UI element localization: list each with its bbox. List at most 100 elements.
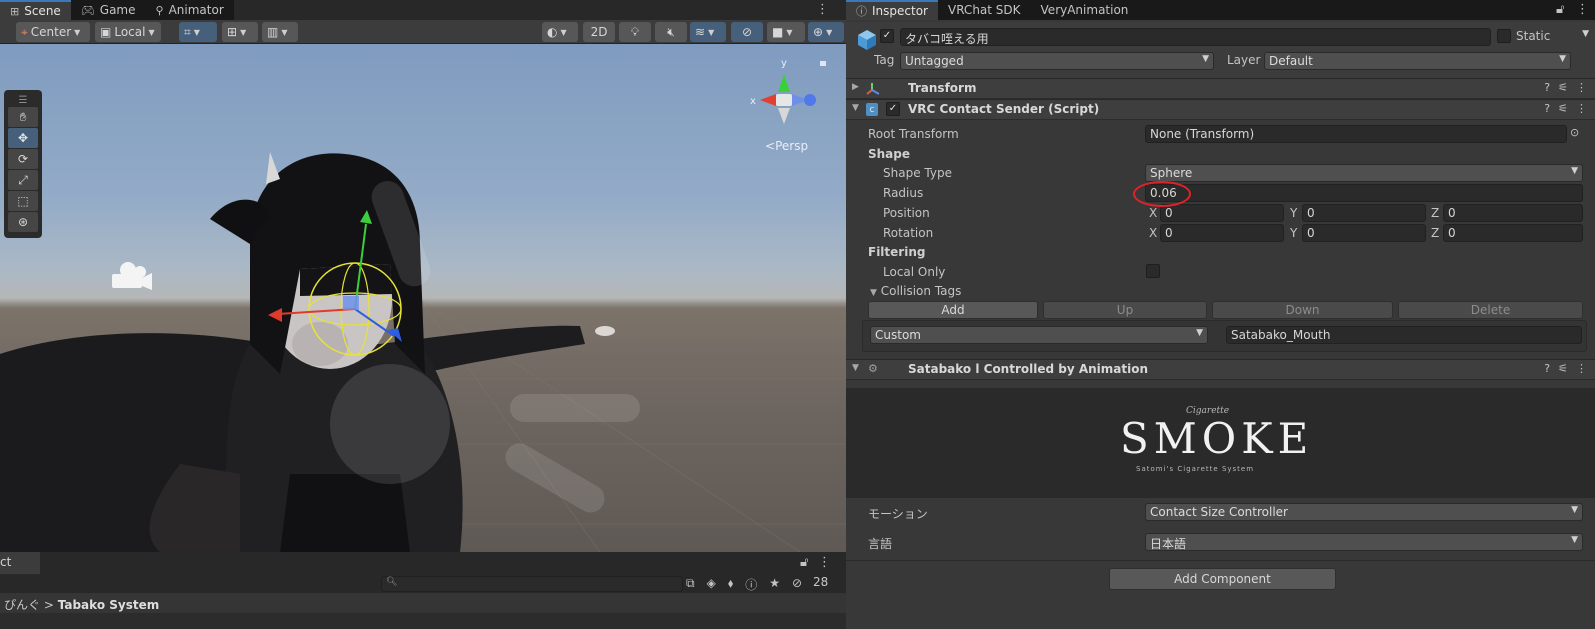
ruler-toggle[interactable]: ▥ ▼ xyxy=(262,22,298,42)
position-z-input[interactable]: 0 xyxy=(1443,204,1583,222)
root-transform-field[interactable]: None (Transform) xyxy=(1145,125,1567,143)
orientation-gizmo[interactable]: y x xyxy=(750,58,826,124)
rotation-y-input[interactable]: 0 xyxy=(1302,224,1426,242)
hidden-packages-icon[interactable]: ⊘ xyxy=(792,576,802,593)
inspector-lock-icon[interactable]: 🔓︎ xyxy=(1556,2,1564,17)
shape-type-dropdown[interactable]: Sphere ▼ xyxy=(1145,164,1583,182)
move-tool[interactable]: ✥ xyxy=(8,128,38,148)
layer-dropdown[interactable]: Default ▼ xyxy=(1264,52,1571,70)
tab-vrchat-sdk-label: VRChat SDK xyxy=(947,3,1021,17)
pivot-mode-dropdown[interactable]: ⌖ Center ▼ xyxy=(16,22,90,42)
static-checkbox[interactable] xyxy=(1497,29,1511,43)
satabako-header[interactable]: ▼ ⚙ Satabako l Controlled by Animation ?… xyxy=(846,359,1595,380)
position-y-input[interactable]: 0 xyxy=(1302,204,1426,222)
collision-tags-foldout[interactable]: ▼ Collision Tags xyxy=(870,284,961,298)
breadcrumb-prev[interactable]: ぴんぐ xyxy=(4,598,40,612)
gameobject-name-input[interactable]: タバコ咥える用 xyxy=(900,28,1491,46)
logo-smoke-text: SMOKE xyxy=(1120,414,1314,463)
rotation-x-input[interactable]: 0 xyxy=(1160,224,1284,242)
camera-dropdown[interactable]: ■ ▼ xyxy=(767,22,805,42)
position-x-input[interactable]: 0 xyxy=(1160,204,1284,222)
help-icon[interactable]: ? xyxy=(1544,362,1550,375)
help-icon[interactable]: ? xyxy=(1544,102,1550,115)
filter-type-icon[interactable]: ◈ xyxy=(707,576,716,593)
effects-dropdown[interactable]: ≋ ▼ xyxy=(690,22,726,42)
filtering-header: Filtering xyxy=(868,245,926,259)
scene-viewport[interactable]: y x <Persp ☰ ✋︎ ✥ ⟳ ⤢ ⬚ ⊛ xyxy=(0,44,846,552)
hidden-objects-toggle[interactable]: ⊘ xyxy=(731,22,763,42)
language-value: 日本語 xyxy=(1150,537,1187,551)
gizmo-lock-icon[interactable] xyxy=(820,61,826,66)
presets-sliders-icon[interactable]: ⚟ xyxy=(1558,81,1568,94)
favorite-star-icon[interactable]: ★ xyxy=(769,576,780,593)
scene-menu-icon[interactable]: ⋮ xyxy=(816,2,829,17)
breadcrumb: ぴんぐ > Tabako System xyxy=(0,593,846,613)
create-icon[interactable]: ⧉ xyxy=(686,576,695,593)
gizmo-globe-icon: ⊕ xyxy=(813,25,824,39)
active-checkbox[interactable]: ✓ xyxy=(880,29,894,43)
object-picker-icon[interactable]: ⊙ xyxy=(1570,126,1579,139)
rotate-tool[interactable]: ⟳ xyxy=(8,149,38,169)
transform-axes-icon xyxy=(866,83,880,95)
mode-2d-toggle[interactable]: 2D xyxy=(583,22,615,42)
warning-icon[interactable]: ⓘ xyxy=(745,576,757,593)
rect-tool[interactable]: ⬚ xyxy=(8,191,38,211)
chevron-down-icon: ▼ xyxy=(281,27,288,37)
label-tag-icon[interactable]: ⬧ xyxy=(728,576,733,593)
rotation-z-input[interactable]: 0 xyxy=(1443,224,1583,242)
tab-game[interactable]: 🎮︎ Game xyxy=(71,0,146,20)
radius-label: Radius xyxy=(883,186,924,200)
local-only-checkbox[interactable] xyxy=(1146,264,1160,278)
scene-camera-icon[interactable] xyxy=(112,262,152,290)
rotation-y-label: Y xyxy=(1290,226,1298,240)
tag-add-button[interactable]: Add xyxy=(868,301,1038,319)
pivot-rotation-dropdown[interactable]: ▣ Local ▼ xyxy=(95,22,161,42)
chevron-down-icon: ▼ xyxy=(1571,535,1578,545)
tab-veryanimation[interactable]: VeryAnimation xyxy=(1031,0,1139,20)
kebab-menu-icon[interactable]: ⋮ xyxy=(1576,362,1587,375)
transform-tool[interactable]: ⊛ xyxy=(8,212,38,232)
tag-dropdown[interactable]: Untagged ▼ xyxy=(900,52,1214,70)
presets-sliders-icon[interactable]: ⚟ xyxy=(1558,362,1568,375)
project-search-input[interactable]: 🔍︎ xyxy=(381,576,683,592)
kebab-menu-icon[interactable]: ⋮ xyxy=(1576,102,1587,115)
add-component-button[interactable]: Add Component xyxy=(1109,568,1336,590)
tab-game-label: Game xyxy=(99,3,136,17)
grip-icon[interactable]: ☰ xyxy=(8,93,38,107)
transform-header[interactable]: ▶ Transform ? ⚟ ⋮ xyxy=(846,78,1595,99)
gizmos-dropdown[interactable]: ⊕ ▼ xyxy=(808,22,844,42)
audio-toggle[interactable]: 🔇︎ xyxy=(655,22,687,42)
kebab-menu-icon[interactable]: ⋮ xyxy=(1576,81,1587,94)
transform-title: Transform xyxy=(908,81,977,95)
tag-value-input[interactable]: Satabako_Mouth xyxy=(1226,326,1582,344)
tab-vrchat-sdk[interactable]: VRChat SDK xyxy=(938,0,1031,20)
tab-inspector[interactable]: ⓘ Inspector xyxy=(846,0,938,20)
increment-snap-toggle[interactable]: ⊞ ▼ xyxy=(222,22,258,42)
scale-tool[interactable]: ⤢ xyxy=(8,170,38,190)
project-menu-icon[interactable]: ⋮ xyxy=(818,555,831,570)
language-dropdown[interactable]: 日本語 ▼ xyxy=(1145,533,1583,551)
radius-input[interactable]: 0.06 xyxy=(1145,184,1583,202)
contact-sender-enabled-checkbox[interactable]: ✓ xyxy=(886,102,900,116)
contact-sender-header[interactable]: ▼ c ✓ VRC Contact Sender (Script) ? ⚟ ⋮ xyxy=(846,99,1595,120)
breadcrumb-current[interactable]: Tabako System xyxy=(58,598,160,612)
lighting-toggle[interactable]: 💡︎ xyxy=(619,22,651,42)
tab-animator[interactable]: ⚲ Animator xyxy=(146,0,234,20)
presets-sliders-icon[interactable]: ⚟ xyxy=(1558,102,1568,115)
tag-type-dropdown[interactable]: Custom ▼ xyxy=(870,326,1208,344)
tag-up-button[interactable]: Up xyxy=(1043,301,1207,319)
draw-mode-dropdown[interactable]: ◐ ▼ xyxy=(542,22,578,42)
tag-type-value: Custom xyxy=(875,328,921,342)
help-icon[interactable]: ? xyxy=(1544,81,1550,94)
tag-delete-button[interactable]: Delete xyxy=(1398,301,1583,319)
tab-scene[interactable]: ⊞ Scene xyxy=(0,0,71,20)
lock-icon[interactable]: 🔓︎ xyxy=(800,555,808,570)
motion-dropdown[interactable]: Contact Size Controller ▼ xyxy=(1145,503,1583,521)
inspector-menu-icon[interactable]: ⋮ xyxy=(1576,2,1589,17)
projection-label[interactable]: <Persp xyxy=(765,139,808,153)
grid-snap-toggle[interactable]: ⌗ ▼ xyxy=(179,22,217,42)
tag-down-button[interactable]: Down xyxy=(1212,301,1393,319)
tab-project[interactable]: ct xyxy=(0,552,40,574)
hand-tool[interactable]: ✋︎ xyxy=(8,107,38,127)
static-dropdown[interactable]: ▼ xyxy=(1581,28,1593,46)
